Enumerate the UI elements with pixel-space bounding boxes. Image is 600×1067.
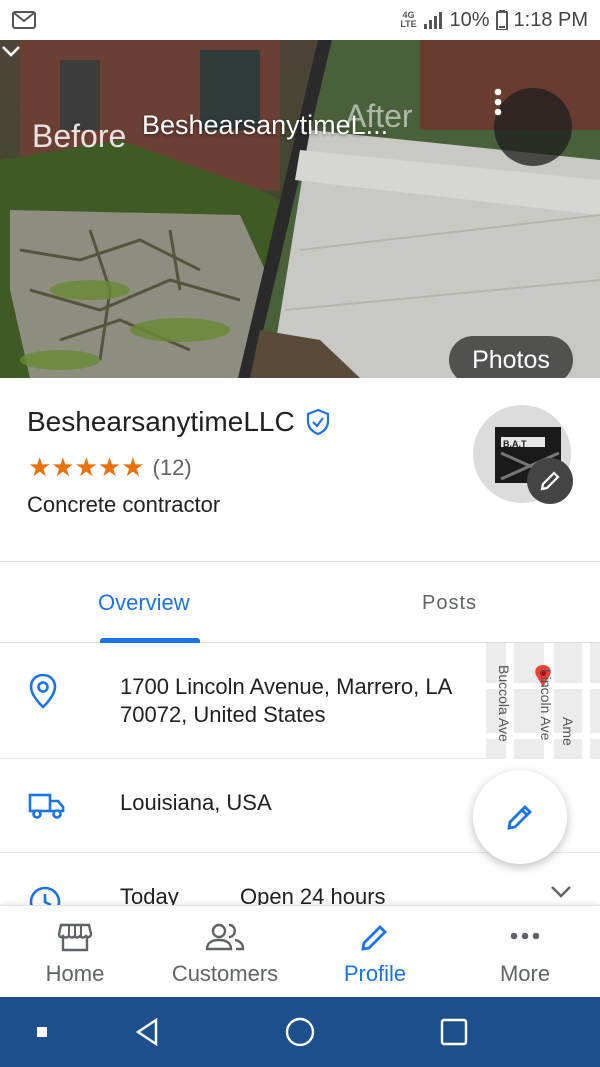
nav-profile-label: Profile [343,961,407,986]
map-street-label: Lincoln Ave [538,669,554,741]
nav-profile[interactable]: Profile [300,906,450,998]
system-navigation-bar [0,997,600,1067]
map-street-label: Ame [560,717,576,746]
overview-button[interactable] [426,997,482,1067]
business-name-text: BeshearsanytimeLLC [27,406,295,437]
edit-profile-fab[interactable] [473,770,567,864]
before-label: Before [32,118,127,154]
nav-home-label: Home [45,961,105,986]
pencil-icon [361,925,387,951]
battery-icon [495,10,508,30]
recents-dot-button[interactable] [20,997,64,1067]
edit-logo-button[interactable] [527,458,573,504]
pencil-icon [507,805,532,830]
cover-photo[interactable]: Before After BeshearsanytimeL... Photos [0,40,600,378]
chevron-down-icon[interactable] [0,40,22,62]
nav-home[interactable]: Home [0,906,150,998]
nav-more-label: More [499,961,551,986]
rating[interactable]: ★★★★★ (12) [28,452,192,483]
overview-square-icon [440,1018,468,1046]
photos-button[interactable]: Photos [449,336,573,378]
nav-customers[interactable]: Customers [150,906,300,998]
more-vert-icon [494,88,502,116]
logo-text: B.A.T [503,439,527,449]
address-line-2: 70072, United States [120,702,326,727]
pencil-icon [540,471,560,491]
overflow-menu-button[interactable] [494,88,572,166]
business-name: BeshearsanytimeLLC [27,406,331,438]
address-row[interactable]: 1700 Lincoln Avenue, Marrero, LA 70072, … [0,643,600,759]
clock-icon [29,886,61,905]
clock: 1:18 PM [513,8,588,31]
nav-customers-label: Customers [171,961,279,986]
star-rating: ★★★★★ [28,452,145,482]
chevron-down-icon[interactable] [550,885,572,899]
people-icon [205,923,245,951]
battery-percent: 10% [449,8,490,31]
business-category: Concrete contractor [27,492,221,517]
home-circle-icon [285,1017,315,1047]
signal-icon [424,12,443,29]
verified-icon [306,408,329,436]
map-street-label: Buccola Ave [496,665,512,742]
hours-day: Today [120,884,179,905]
more-horiz-icon [510,932,540,940]
back-triangle-icon [135,1017,158,1047]
tab-bar: Overview Posts [0,561,600,643]
address-line-1: 1700 Lincoln Avenue, Marrero, LA [120,674,453,699]
service-area-text: Louisiana, USA [120,790,272,815]
business-info: BeshearsanytimeLLC ★★★★★ (12) Concrete c… [0,378,600,561]
home-button[interactable] [272,997,328,1067]
hours-value: Open 24 hours [240,884,386,905]
tab-posts[interactable]: Posts [422,592,477,615]
tab-overview[interactable]: Overview [98,590,190,616]
business-name-dropdown[interactable]: BeshearsanytimeL... [142,110,388,141]
bottom-navigation: Home Customers Profile More [0,905,600,997]
map-thumbnail[interactable]: Buccola Ave Lincoln Ave Ame [486,643,600,759]
network-type: 4G LTE [400,10,417,29]
storefront-icon [58,923,92,952]
location-pin-icon [29,673,57,709]
square-dot-icon [37,1027,47,1037]
review-count: (12) [152,454,192,480]
before-after-photo [0,40,600,378]
status-bar: 4G LTE 10% 1:18 PM [0,0,600,40]
nav-more[interactable]: More [450,906,600,998]
back-button[interactable] [120,997,174,1067]
gmail-notification-icon [12,11,36,29]
delivery-truck-icon [28,793,65,819]
